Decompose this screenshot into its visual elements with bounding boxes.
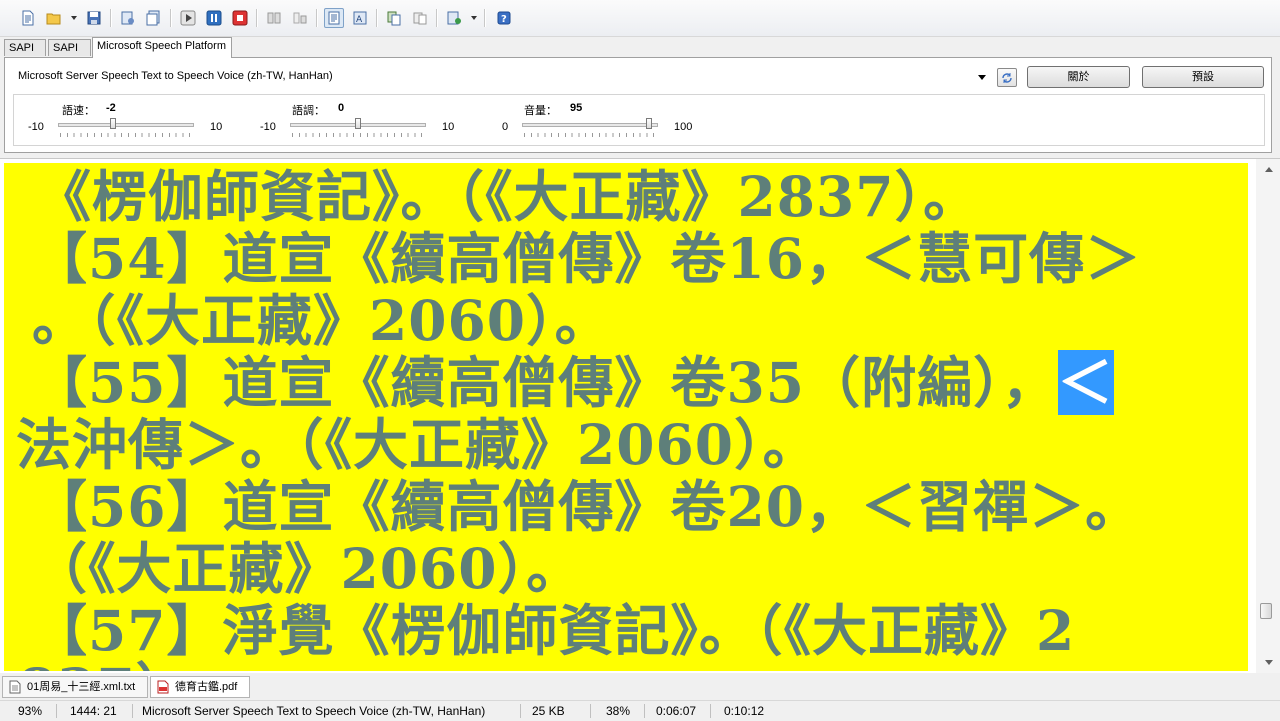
default-button[interactable]: 預設	[1142, 66, 1264, 88]
svg-text:A: A	[356, 15, 363, 25]
refresh-icon	[1002, 72, 1012, 83]
doc-tab-label: 德育古鑑.pdf	[175, 681, 238, 693]
scroll-down-icon[interactable]	[1265, 660, 1273, 665]
scrollbar-thumb[interactable]	[1260, 603, 1272, 619]
next-icon[interactable]	[290, 8, 310, 28]
rate-label: 語速：	[62, 105, 95, 117]
rate-slider[interactable]	[58, 123, 194, 127]
volume-slider[interactable]	[522, 123, 658, 127]
copy-icon[interactable]	[384, 8, 404, 28]
pdf-file-icon	[157, 680, 169, 694]
rate-slider-thumb[interactable]	[110, 118, 116, 129]
text-line: 【54】道宣《續高僧傳》卷16，＜慧可傳＞	[32, 226, 1142, 291]
pitch-max: 10	[442, 121, 455, 133]
voice-icon[interactable]	[444, 8, 464, 28]
text-line: 《楞伽師資記》。（《大正藏》2837）。	[36, 164, 980, 229]
volume-max: 100	[674, 121, 693, 133]
play-icon[interactable]	[178, 8, 198, 28]
pitch-slider-thumb[interactable]	[355, 118, 361, 129]
paste-icon[interactable]	[410, 8, 430, 28]
document-tabs: 01周易_十三經.xml.txt 德育古鑑.pdf	[0, 674, 1280, 700]
text-view-icon[interactable]: A	[350, 8, 370, 28]
pause-icon[interactable]	[204, 8, 224, 28]
svg-text:?: ?	[501, 14, 507, 25]
status-position: 1444: 21	[70, 704, 117, 718]
prev-icon[interactable]	[264, 8, 284, 28]
voice-settings: 語速： -2 -10 10 語調： 0 -10 10 音量： 95 0 100	[13, 94, 1265, 146]
status-zoom: 93%	[18, 704, 43, 718]
chevron-down-icon[interactable]	[978, 75, 986, 80]
voice-select-value: Microsoft Server Speech Text to Speech V…	[18, 70, 333, 82]
volume-slider-thumb[interactable]	[645, 118, 652, 129]
text-line: 837）	[18, 659, 192, 672]
status-progress: 38%	[606, 704, 631, 718]
rate-max: 10	[210, 121, 223, 133]
help-icon[interactable]: ?	[494, 8, 514, 28]
text-line: 【56】道宣《續高僧傳》卷20，＜習禪＞。	[32, 474, 1142, 539]
status-bar: 93% 1444: 21 Microsoft Server Speech Tex…	[0, 700, 1280, 721]
rate-min: -10	[28, 121, 44, 133]
page-view-icon[interactable]	[324, 8, 344, 28]
text-line: （《大正藏》2060）。	[32, 536, 583, 601]
volume-label: 音量：	[524, 105, 557, 117]
text-editor[interactable]: 《楞伽師資記》。（《大正藏》2837）。 【54】道宣《續高僧傳》卷16，＜慧可…	[4, 163, 1248, 671]
tab-sapi4[interactable]: SAPI 4	[4, 39, 46, 70]
about-button[interactable]: 關於	[1027, 66, 1130, 88]
tab-speech-platform[interactable]: Microsoft Speech Platform	[92, 37, 232, 58]
doc-tab-label: 01周易_十三經.xml.txt	[27, 681, 136, 693]
status-elapsed: 0:06:07	[656, 704, 697, 718]
new-file-icon[interactable]	[18, 8, 38, 28]
editor-frame: 《楞伽師資記》。（《大正藏》2837）。 【54】道宣《續高僧傳》卷16，＜慧可…	[0, 158, 1280, 673]
doc-tab-txt[interactable]: 01周易_十三經.xml.txt	[2, 676, 148, 698]
tab-sapi5[interactable]: SAPI 5	[48, 39, 91, 70]
pitch-value: 0	[338, 102, 345, 114]
rate-value: -2	[106, 102, 116, 114]
text-line: 法沖傳＞。（《大正藏》2060）。	[16, 412, 819, 477]
toolbar: A ?	[0, 0, 1280, 37]
stop-icon[interactable]	[230, 8, 250, 28]
text-line: 。（《大正藏》2060）。	[32, 288, 611, 353]
read-doc-icon[interactable]	[118, 8, 138, 28]
status-voice: Microsoft Server Speech Text to Speech V…	[142, 704, 486, 718]
pitch-label: 語調：	[292, 105, 325, 117]
save-icon[interactable]	[84, 8, 104, 28]
refresh-voices-button[interactable]	[997, 68, 1017, 87]
text-line: 【57】淨覺《楞伽師資記》。（《大正藏》2	[32, 598, 1076, 663]
voice-panel: Microsoft Server Speech Text to Speech V…	[4, 57, 1272, 153]
status-size: 25 KB	[532, 704, 565, 718]
doc-tab-pdf[interactable]: 德育古鑑.pdf	[150, 676, 250, 698]
scroll-up-icon[interactable]	[1265, 167, 1273, 172]
open-folder-icon[interactable]	[44, 8, 64, 28]
vertical-scrollbar[interactable]	[1256, 159, 1280, 673]
voice-select[interactable]: Microsoft Server Speech Text to Speech V…	[13, 67, 991, 86]
status-total: 0:10:12	[724, 704, 765, 718]
pitch-min: -10	[260, 121, 276, 133]
volume-value: 95	[570, 102, 583, 114]
read-selection-icon[interactable]	[144, 8, 164, 28]
chevron-down-icon[interactable]	[471, 16, 477, 20]
volume-min: 0	[502, 121, 509, 133]
text-file-icon	[9, 680, 21, 694]
text-line-content: 【55】道宣《續高僧傳》卷35（附編），	[32, 350, 1058, 415]
chevron-down-icon[interactable]	[71, 16, 77, 20]
text-selection: ＜	[1057, 350, 1114, 415]
text-line: 【55】道宣《續高僧傳》卷35（附編），＜	[32, 350, 1114, 415]
